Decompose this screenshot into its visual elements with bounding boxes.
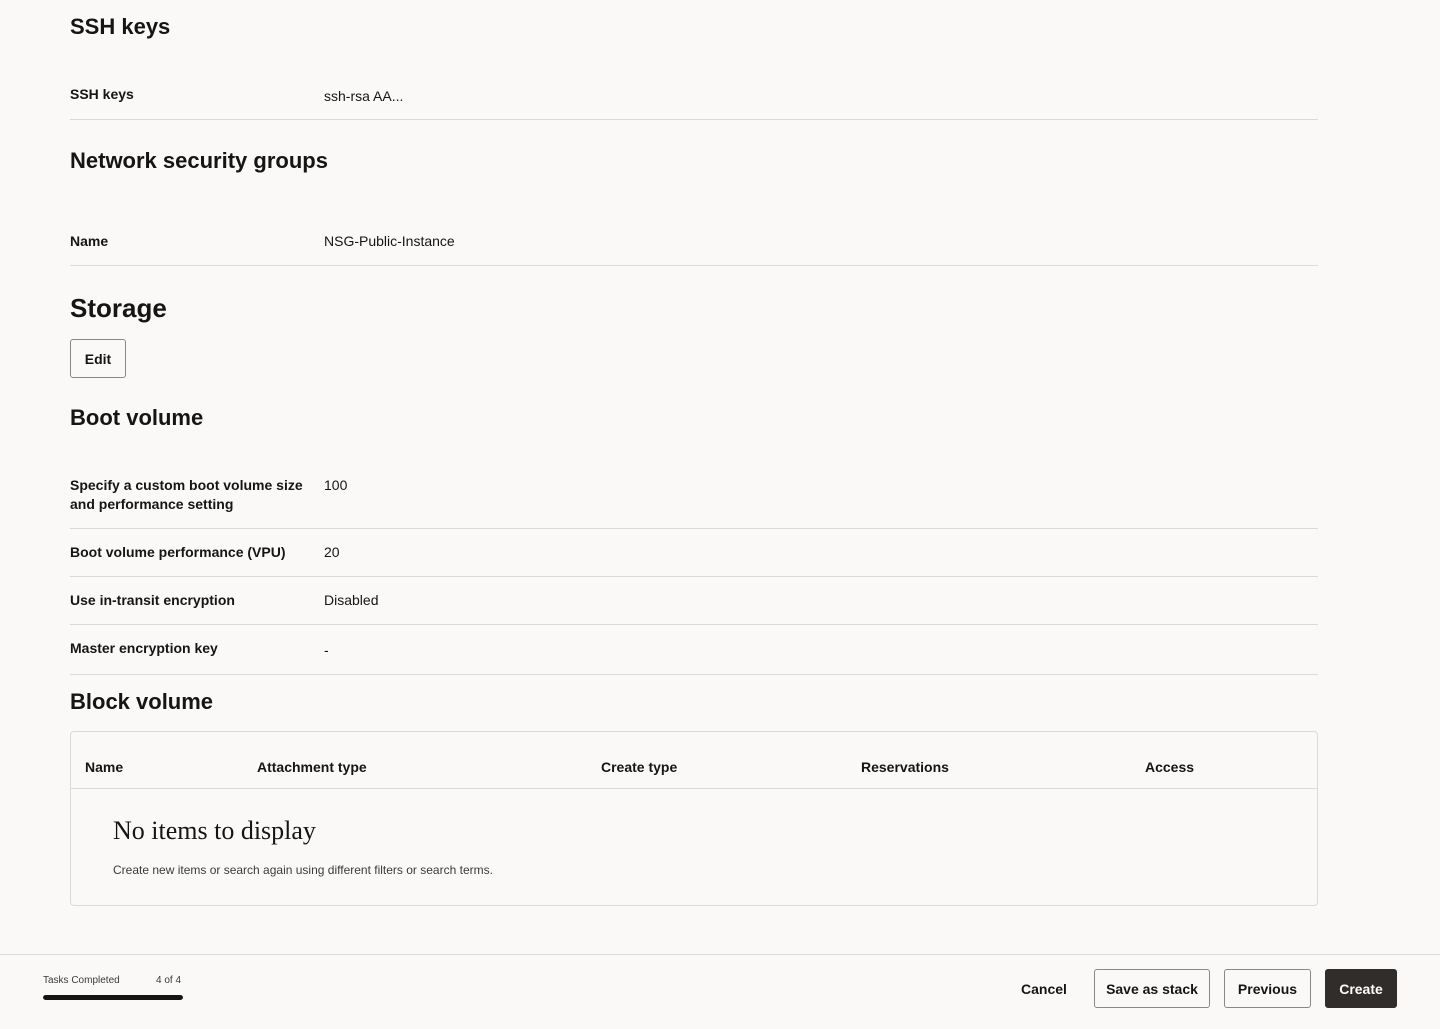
block-volume-table: Name Attachment type Create type Reserva… <box>70 731 1318 906</box>
table-header: Name Attachment type Create type Reserva… <box>71 732 1317 789</box>
transit-encryption-value: Disabled <box>324 592 379 608</box>
boot-vpu-value: 20 <box>324 544 340 560</box>
nsg-name-value: NSG-Public-Instance <box>324 233 455 249</box>
transit-encryption-label: Use in-transit encryption <box>70 592 235 608</box>
ssh-keys-value: ssh-rsa AA... <box>324 88 404 104</box>
empty-state-subtitle: Create new items or search again using d… <box>113 863 493 877</box>
column-header-reservations[interactable]: Reservations <box>861 759 949 775</box>
tasks-completed-count: 4 of 4 <box>156 975 182 986</box>
column-header-name[interactable]: Name <box>85 759 123 775</box>
ssh-keys-row: SSH keys ssh-rsa AA... <box>70 82 1318 120</box>
nsg-name-label: Name <box>70 233 109 249</box>
boot-size-value: 100 <box>324 477 348 493</box>
master-key-row: Master encryption key - <box>70 625 1318 675</box>
tasks-completed-label: Tasks Completed <box>43 975 120 986</box>
boot-volume-heading: Boot volume <box>70 405 204 430</box>
nsg-heading: Network security groups <box>70 148 328 173</box>
boot-vpu-row: Boot volume performance (VPU) 20 <box>70 529 1318 577</box>
cancel-button[interactable]: Cancel <box>1010 969 1078 1008</box>
create-button[interactable]: Create <box>1325 969 1397 1008</box>
block-volume-heading: Block volume <box>70 689 214 714</box>
transit-encryption-row: Use in-transit encryption Disabled <box>70 577 1318 625</box>
column-header-attachment-type[interactable]: Attachment type <box>257 759 367 775</box>
empty-state-title: No items to display <box>113 816 316 845</box>
tasks-progress-bar <box>43 995 183 1000</box>
column-header-access[interactable]: Access <box>1145 759 1194 775</box>
nsg-name-row: Name NSG-Public-Instance <box>70 226 1318 266</box>
wizard-footer: Tasks Completed 4 of 4 Cancel Save as st… <box>0 954 1440 1029</box>
storage-heading: Storage <box>70 293 167 323</box>
previous-button[interactable]: Previous <box>1224 969 1311 1008</box>
ssh-keys-heading: SSH keys <box>70 14 171 39</box>
master-key-label: Master encryption key <box>70 640 218 656</box>
boot-size-label: Specify a custom boot volume size and pe… <box>70 477 303 512</box>
boot-vpu-label: Boot volume performance (VPU) <box>70 544 286 560</box>
save-as-stack-button[interactable]: Save as stack <box>1094 969 1210 1008</box>
ssh-keys-label: SSH keys <box>70 86 134 102</box>
edit-storage-button[interactable]: Edit <box>70 339 126 378</box>
master-key-value: - <box>324 642 329 658</box>
column-header-create-type[interactable]: Create type <box>601 759 677 775</box>
boot-size-row: Specify a custom boot volume size and pe… <box>70 470 1318 529</box>
tasks-progress-fill <box>43 995 183 1000</box>
